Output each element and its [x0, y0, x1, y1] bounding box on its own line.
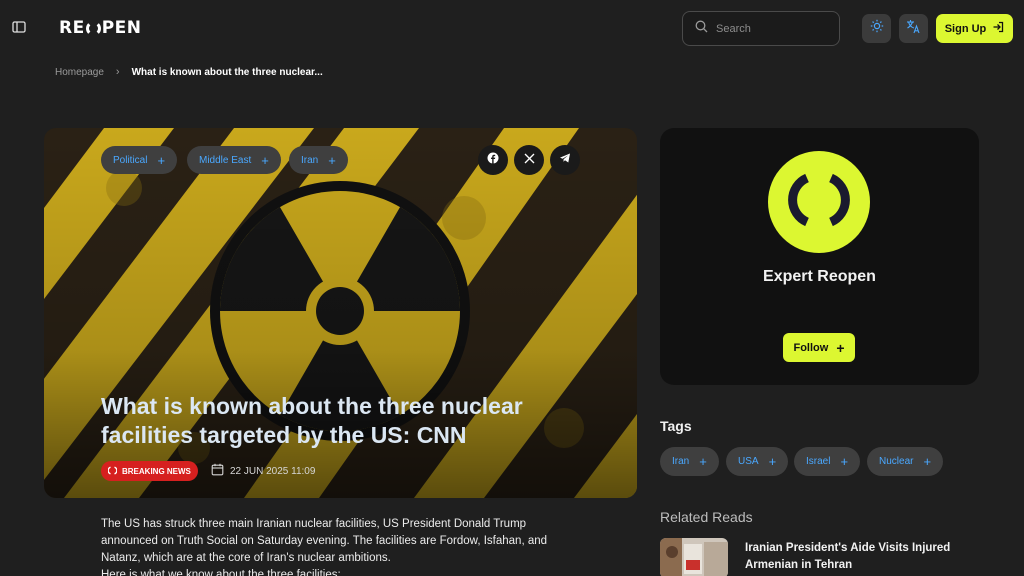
telegram-icon — [559, 151, 571, 169]
plus-icon: + — [768, 454, 777, 469]
search-input[interactable] — [716, 22, 826, 35]
plus-icon: + — [840, 454, 849, 469]
breaking-news-label: BREAKING NEWS — [122, 466, 191, 476]
tag-label: USA — [738, 456, 759, 467]
search-icon — [695, 20, 708, 38]
logo-text-left: RE — [59, 18, 85, 38]
logo-ring-icon — [787, 168, 851, 237]
top-header: RE PEN Sign Up — [0, 0, 1024, 58]
breadcrumb-separator: › — [115, 66, 120, 78]
plus-icon: + — [261, 152, 269, 168]
plus-icon: + — [836, 339, 845, 356]
calendar-icon — [211, 463, 224, 479]
site-logo[interactable]: RE PEN — [59, 17, 142, 39]
sun-icon — [870, 19, 884, 38]
theme-toggle-button[interactable] — [862, 14, 891, 43]
plus-icon: + — [923, 454, 932, 469]
category-label: Middle East — [199, 154, 252, 166]
related-read-item[interactable]: Iranian President's Aide Visits Injured … — [660, 538, 980, 576]
follow-label: Follow — [793, 341, 829, 354]
expert-avatar — [768, 151, 870, 253]
breadcrumb: Homepage › What is known about the three… — [55, 66, 323, 78]
hero-card: Political + Middle East + Iran + What is… — [44, 128, 637, 498]
tag-chip-iran[interactable]: Iran + — [660, 447, 719, 476]
share-telegram-button[interactable] — [550, 145, 580, 175]
article-title: What is known about the three nuclear fa… — [101, 393, 523, 448]
search-box[interactable] — [682, 11, 840, 46]
logo-ring-icon — [85, 20, 101, 36]
sign-up-label: Sign Up — [944, 22, 987, 35]
tag-chip-usa[interactable]: USA + — [726, 447, 789, 476]
sidebar-toggle-icon[interactable] — [12, 20, 28, 36]
related-read-thumbnail — [660, 538, 728, 576]
publish-date: 22 JUN 2025 11:09 — [211, 463, 315, 479]
sign-up-button[interactable]: Sign Up — [936, 14, 1013, 43]
category-chip-political[interactable]: Political + — [101, 146, 178, 174]
related-read-title: Iranian President's Aide Visits Injured … — [745, 542, 951, 571]
share-x-button[interactable] — [514, 145, 544, 175]
article-body: The US has struck three main Iranian nuc… — [101, 516, 581, 576]
plus-icon: + — [328, 152, 336, 168]
translate-icon — [906, 19, 921, 39]
breadcrumb-current: What is known about the three nuclear... — [131, 66, 323, 78]
tag-chip-israel[interactable]: Israel + — [794, 447, 861, 476]
article-paragraph: Here is what we know about the three fac… — [101, 569, 341, 576]
category-label: Iran — [301, 154, 319, 166]
breadcrumb-home-link[interactable]: Homepage — [55, 67, 104, 78]
x-icon — [524, 151, 535, 169]
plus-icon: + — [699, 454, 707, 469]
tag-label: Nuclear — [879, 456, 914, 467]
plus-icon: + — [157, 152, 166, 168]
expert-card: Expert Reopen Follow + — [660, 128, 979, 385]
share-facebook-button[interactable] — [478, 145, 508, 175]
category-chip-middle-east[interactable]: Middle East + — [187, 146, 281, 174]
publish-date-text: 22 JUN 2025 11:09 — [230, 465, 316, 477]
logo-text-right: PEN — [101, 18, 142, 38]
facebook-icon — [487, 151, 499, 169]
logo-ring-icon — [107, 466, 118, 477]
tag-chip-nuclear[interactable]: Nuclear + — [867, 447, 944, 476]
sign-in-arrow-icon — [992, 21, 1004, 36]
breaking-news-badge: BREAKING NEWS — [101, 461, 198, 481]
article-paragraph: The US has struck three main Iranian nuc… — [101, 518, 548, 564]
expert-name: Expert Reopen — [763, 268, 876, 285]
category-label: Political — [113, 154, 148, 166]
language-button[interactable] — [899, 14, 928, 43]
tags-heading: Tags — [660, 418, 692, 434]
tag-label: Israel — [806, 456, 831, 467]
tag-label: Iran — [672, 456, 690, 467]
category-chip-iran[interactable]: Iran + — [289, 146, 348, 174]
related-reads-heading: Related Reads — [660, 509, 753, 525]
follow-button[interactable]: Follow + — [783, 333, 855, 362]
